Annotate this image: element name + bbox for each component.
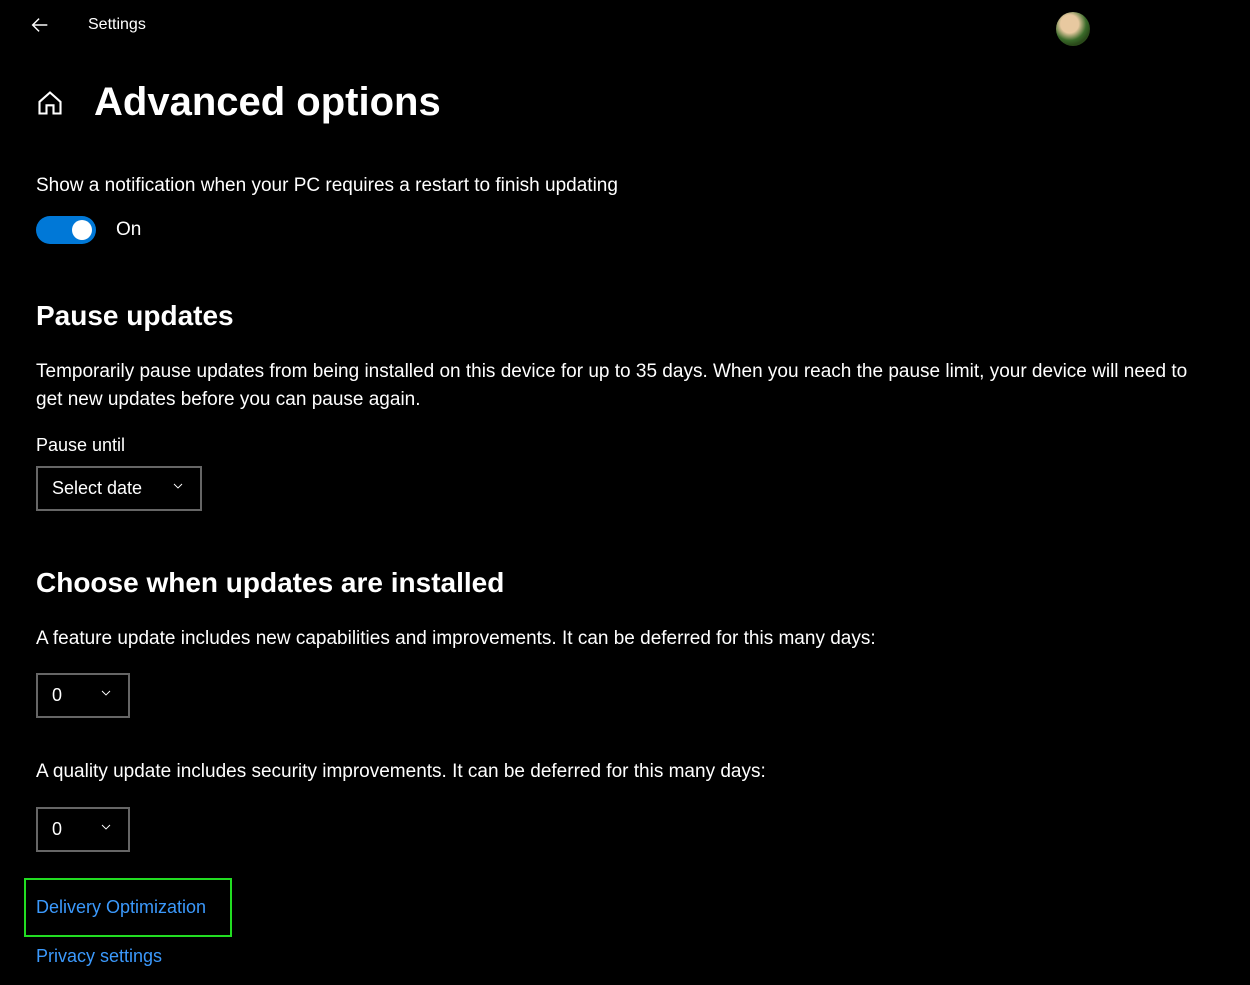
chevron-down-icon: [98, 819, 114, 840]
choose-heading: Choose when updates are installed: [36, 567, 1214, 599]
user-avatar[interactable]: [1056, 12, 1090, 46]
pause-heading: Pause updates: [36, 300, 1214, 332]
delivery-optimization-highlight: Delivery Optimization: [24, 878, 232, 937]
pause-until-dropdown[interactable]: Select date: [36, 466, 202, 511]
page-header: Advanced options: [36, 80, 1214, 125]
chevron-down-icon: [170, 478, 186, 499]
notification-restart-label: Show a notification when your PC require…: [36, 173, 1214, 200]
feature-update-label: A feature update includes new capabiliti…: [36, 625, 1214, 654]
toggle-knob: [72, 220, 92, 240]
pause-until-label: Pause until: [36, 435, 1214, 456]
chevron-down-icon: [98, 685, 114, 706]
feature-defer-value: 0: [52, 685, 62, 706]
page-title: Advanced options: [94, 80, 441, 125]
notification-toggle-state: On: [116, 219, 141, 241]
pause-until-value: Select date: [52, 478, 142, 499]
feature-defer-dropdown[interactable]: 0: [36, 673, 130, 718]
quality-update-label: A quality update includes security impro…: [36, 758, 1214, 787]
pause-description: Temporarily pause updates from being ins…: [36, 358, 1214, 415]
privacy-settings-link[interactable]: Privacy settings: [36, 945, 1214, 968]
notification-toggle-row: On: [36, 216, 1214, 244]
quality-defer-dropdown[interactable]: 0: [36, 807, 130, 852]
quality-defer-value: 0: [52, 819, 62, 840]
notification-toggle[interactable]: [36, 216, 96, 244]
app-title: Settings: [88, 16, 146, 34]
back-button[interactable]: [20, 5, 60, 45]
content-area: Advanced options Show a notification whe…: [0, 50, 1250, 968]
delivery-optimization-link[interactable]: Delivery Optimization: [36, 897, 206, 917]
home-icon[interactable]: [36, 89, 64, 117]
